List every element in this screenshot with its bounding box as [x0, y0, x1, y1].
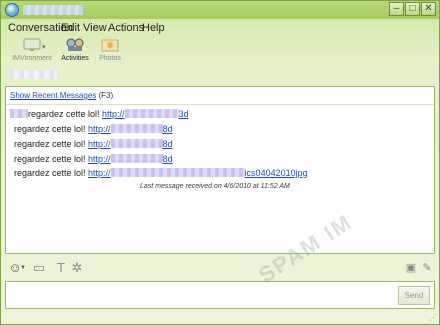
url-redacted — [110, 168, 245, 177]
send-button[interactable]: Send — [398, 286, 430, 305]
message-link[interactable]: http://8d — [88, 139, 173, 149]
chevron-down-icon[interactable]: ▾ — [42, 43, 46, 51]
message-line: regardez cette lol! http://ics04042010jp… — [14, 168, 308, 178]
last-message-timestamp: Last message received on 4/6/2010 at 11:… — [140, 183, 290, 190]
message-input[interactable]: Send — [5, 281, 435, 309]
menu-bar: Conversation Edit View Actions Help — [1, 20, 439, 36]
toolbar: IMVironment ▾ Activities Photos — [1, 37, 439, 67]
messenger-icon — [5, 3, 19, 17]
resize-grip-icon[interactable]: ⋰ — [429, 314, 437, 322]
message-link[interactable]: http://8d — [88, 124, 173, 134]
message-link[interactable]: http://8d — [88, 154, 173, 164]
attach-icon[interactable]: ✎ — [419, 260, 435, 276]
title-bar: – □ ✕ — [1, 1, 439, 19]
message-text: regardez cette lol! — [28, 109, 103, 119]
menu-view[interactable]: View — [83, 22, 107, 34]
message-link[interactable]: http://ics04042010jpg — [88, 168, 308, 178]
imvironment-icon — [23, 38, 41, 51]
im-window: – □ ✕ Conversation Edit View Actions Hel… — [0, 0, 440, 325]
window-title-redacted — [23, 5, 83, 15]
recent-messages-row: Show Recent Messages (F3) — [10, 91, 113, 100]
audible-icon[interactable]: ▭ — [31, 260, 47, 276]
url-redacted — [110, 139, 163, 148]
nudge-icon[interactable]: ✲ — [69, 260, 85, 276]
message-text: regardez cette lol! — [14, 168, 89, 178]
url-redacted — [124, 109, 179, 118]
url-redacted — [110, 124, 163, 133]
message-line: regardez cette lol! http://8d — [14, 154, 173, 164]
message-text: regardez cette lol! — [14, 154, 89, 164]
url-redacted — [110, 154, 163, 163]
imvironment-button[interactable]: IMVironment — [10, 37, 54, 62]
imvironment-label: IMVironment — [12, 55, 52, 62]
message-line: regardez cette lol! http://8d — [14, 139, 173, 149]
message-link[interactable]: http://3d — [102, 109, 189, 119]
show-recent-messages-link[interactable]: Show Recent Messages — [10, 91, 96, 100]
close-button[interactable]: ✕ — [421, 2, 436, 16]
chevron-down-icon[interactable]: ▾ — [19, 260, 27, 276]
message-line: regardez cette lol! http://3d — [10, 109, 189, 119]
message-text: regardez cette lol! — [14, 124, 89, 134]
font-icon[interactable]: T — [53, 260, 69, 276]
contact-name-redacted — [9, 70, 57, 79]
menu-edit[interactable]: Edit — [61, 22, 80, 34]
photos-icon — [101, 39, 119, 52]
activities-icon — [66, 38, 84, 51]
maximize-button[interactable]: □ — [405, 2, 420, 16]
conversation-pane[interactable]: Show Recent Messages (F3) regardez cette… — [5, 86, 435, 288]
minimize-button[interactable]: – — [389, 2, 404, 16]
divider — [6, 104, 434, 105]
message-line: regardez cette lol! http://8d — [14, 124, 173, 134]
photos-button[interactable]: Photos — [88, 37, 132, 62]
recent-shortcut: (F3) — [98, 91, 114, 100]
contact-card-icon[interactable]: ▣ — [403, 260, 419, 276]
menu-help[interactable]: Help — [142, 22, 165, 34]
format-toolbar: ☺ ▾ ▭ T ✲ ▣ ✎ — [5, 257, 435, 279]
menu-actions[interactable]: Actions — [108, 22, 144, 34]
message-text: regardez cette lol! — [14, 139, 89, 149]
sender-redacted — [10, 109, 28, 118]
photos-label: Photos — [99, 55, 121, 62]
